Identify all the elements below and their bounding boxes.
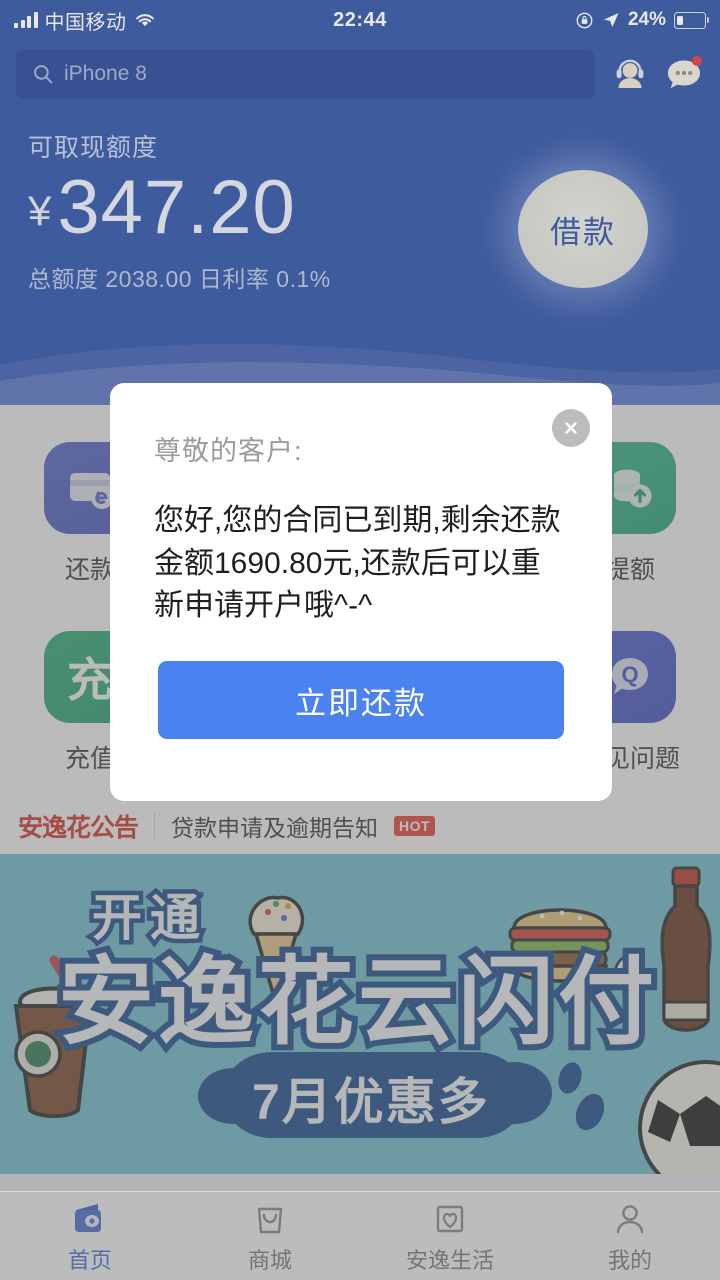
person-icon [616, 1204, 644, 1233]
repay-now-button[interactable]: 立即还款 [158, 661, 564, 739]
bottom-tab-bar: 首页 商城 安逸生活 我的 [0, 1191, 720, 1280]
shopping-bag-icon [257, 1207, 283, 1233]
tab-mall[interactable]: 商城 [180, 1192, 360, 1280]
tab-label: 我的 [607, 1247, 652, 1273]
heart-square-icon [436, 1205, 464, 1232]
tab-label: 首页 [67, 1247, 112, 1273]
wallet-home-icon [75, 1203, 101, 1232]
overlay-scrim-top [0, 0, 720, 405]
repay-now-label: 立即还款 [295, 685, 427, 721]
tab-home[interactable]: 首页 [0, 1192, 180, 1280]
dialog-greeting: 尊敬的客户: [154, 436, 303, 466]
tab-life[interactable]: 安逸生活 [360, 1192, 540, 1280]
tab-label: 商城 [247, 1247, 292, 1273]
tab-mine[interactable]: 我的 [540, 1192, 720, 1280]
close-icon[interactable] [552, 409, 590, 447]
tab-label: 安逸生活 [405, 1247, 494, 1273]
contract-expired-dialog: 尊敬的客户: 您好,您的合同已到期,剩余还款金额1690.80元,还款后可以重新… [110, 383, 612, 801]
app-root: 中国移动 22:44 24% iPhone 8 可取现额度 ¥ 347.20 总… [0, 0, 720, 1280]
dialog-body: 您好,您的合同已到期,剩余还款金额1690.80元,还款后可以重新申请开户哦^-… [154, 504, 561, 623]
